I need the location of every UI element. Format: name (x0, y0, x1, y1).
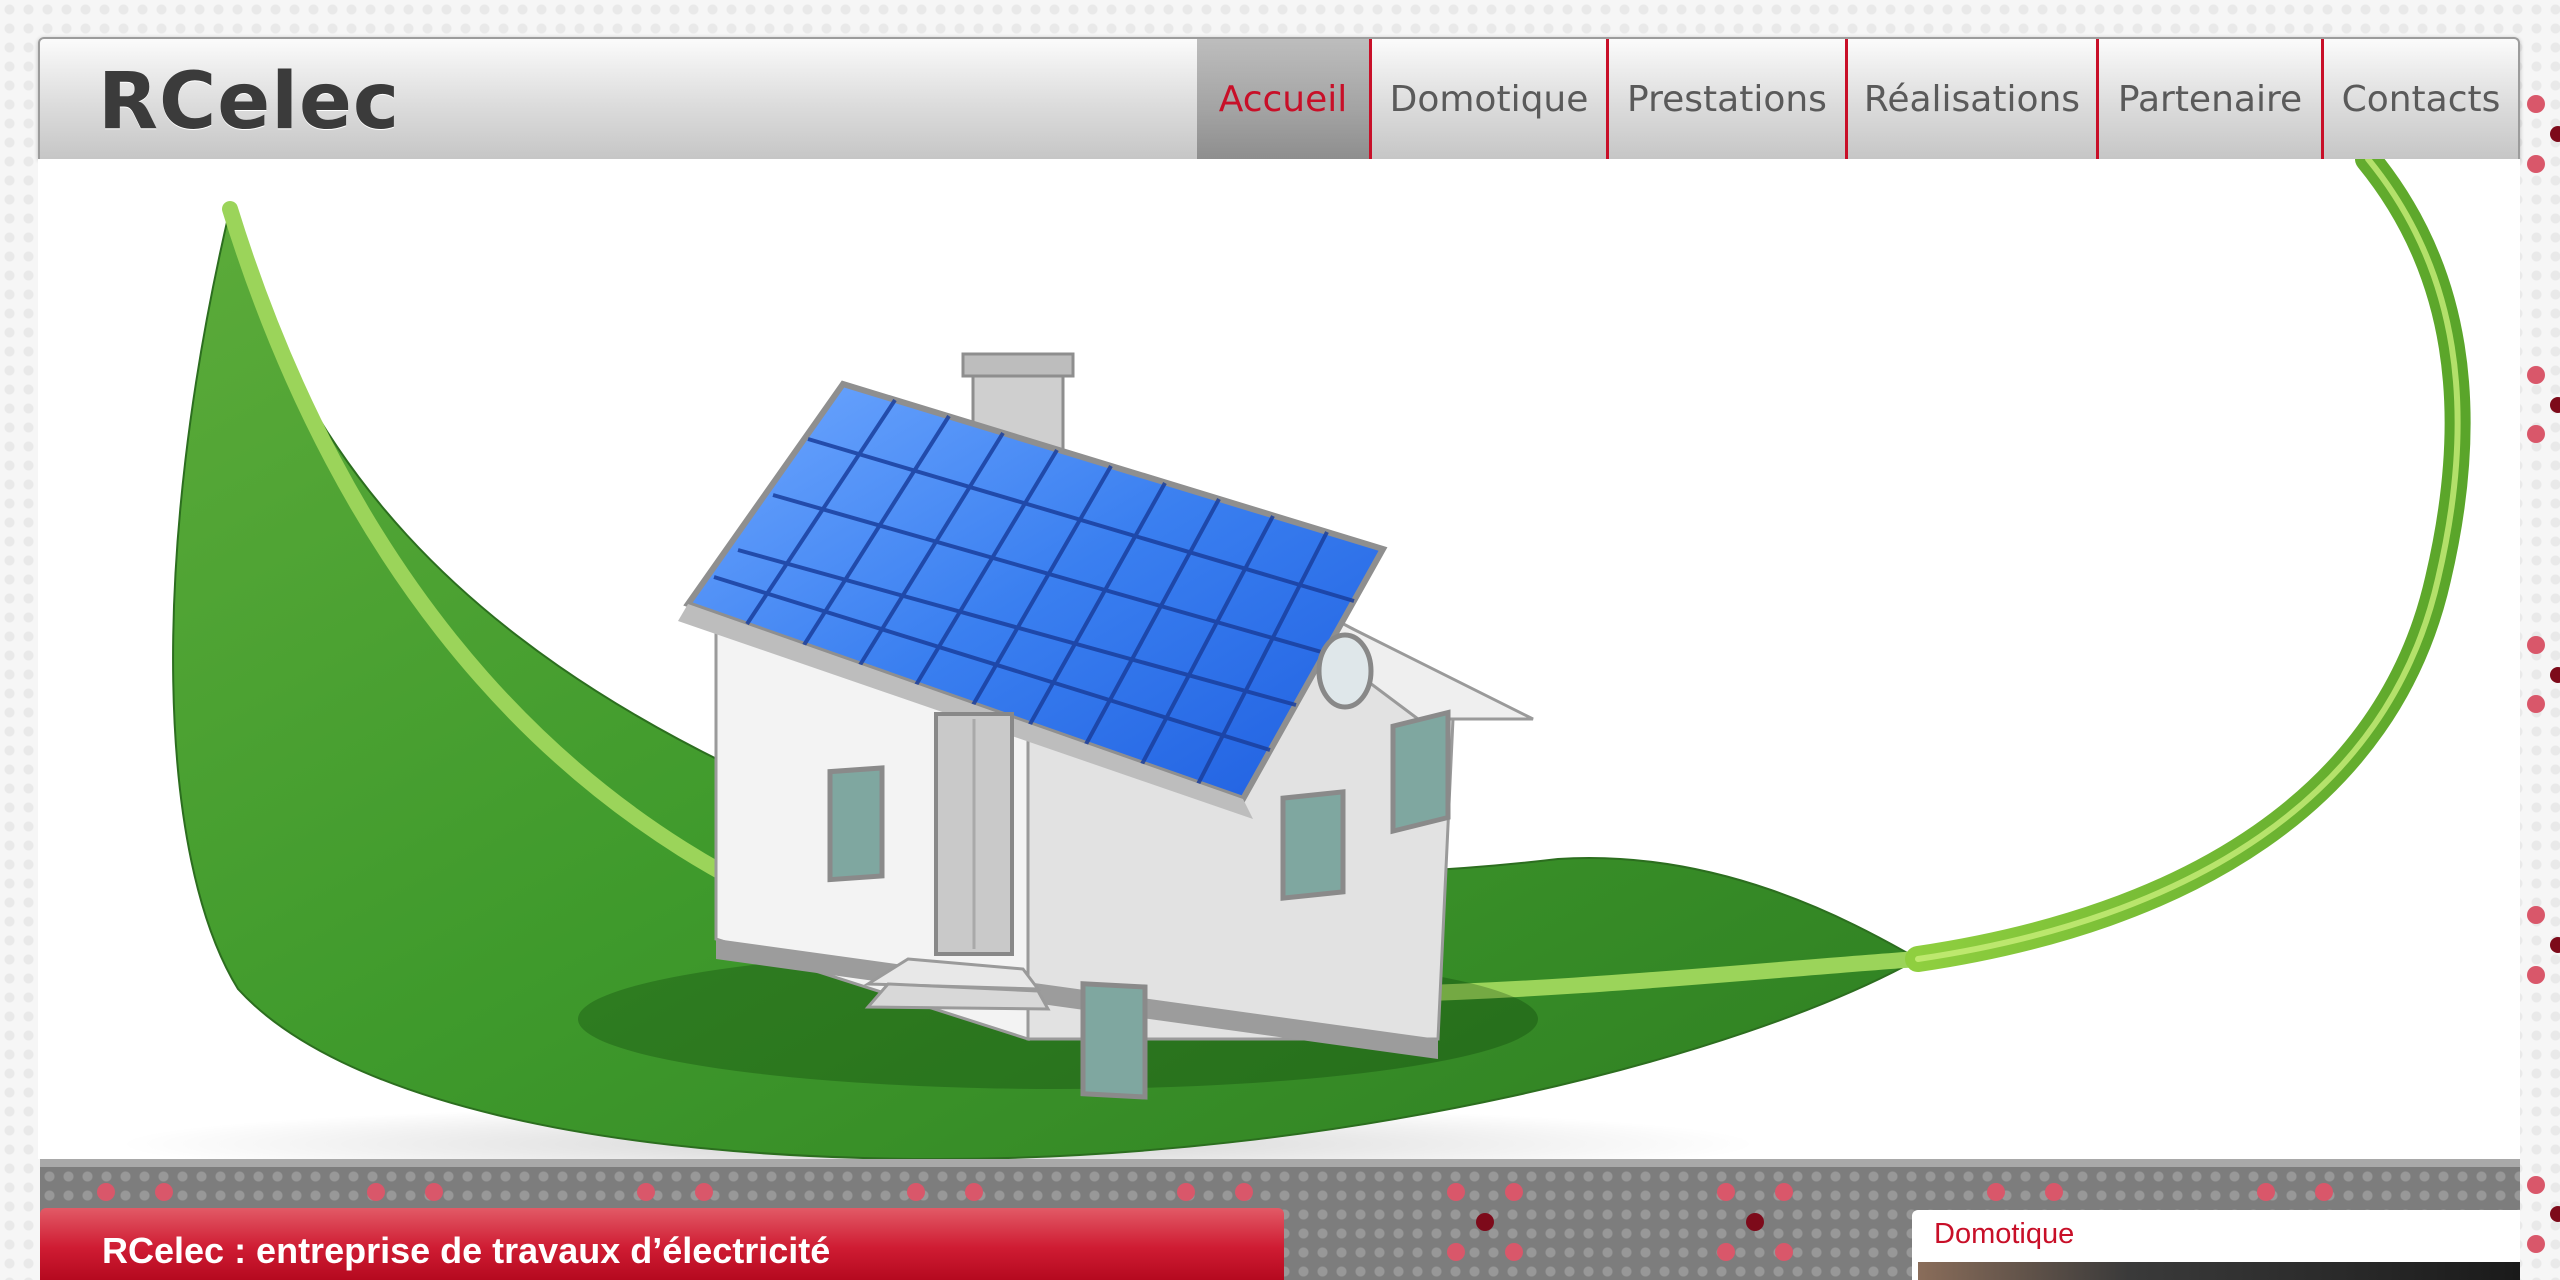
intro-title: RCelec : entreprise de travaux d’électri… (102, 1230, 831, 1271)
domotique-panel-title[interactable]: Domotique (1934, 1218, 2074, 1251)
decorative-dots-edge (2527, 95, 2560, 1253)
domotique-thumbnail[interactable] (1918, 1262, 2520, 1280)
nav-item-accueil[interactable]: Accueil (1197, 39, 1369, 159)
nav-item-prestations[interactable]: Prestations (1606, 39, 1845, 159)
domotique-panel[interactable]: Domotique (1912, 1210, 2520, 1280)
nav-item-domotique[interactable]: Domotique (1369, 39, 1606, 159)
site-header: RCelec Accueil Domotique Prestations Réa… (38, 37, 2520, 159)
house-on-leaf-illustration (118, 159, 2471, 1159)
site-logo[interactable]: RCelec (98, 57, 400, 147)
hero-banner (38, 159, 2520, 1159)
nav-item-realisations[interactable]: Réalisations (1845, 39, 2096, 159)
nav-item-contacts[interactable]: Contacts (2321, 39, 2518, 159)
intro-panel: RCelec : entreprise de travaux d’électri… (40, 1208, 1284, 1280)
nav-item-partenaire[interactable]: Partenaire (2096, 39, 2321, 159)
main-nav: Accueil Domotique Prestations Réalisatio… (1197, 39, 2518, 159)
